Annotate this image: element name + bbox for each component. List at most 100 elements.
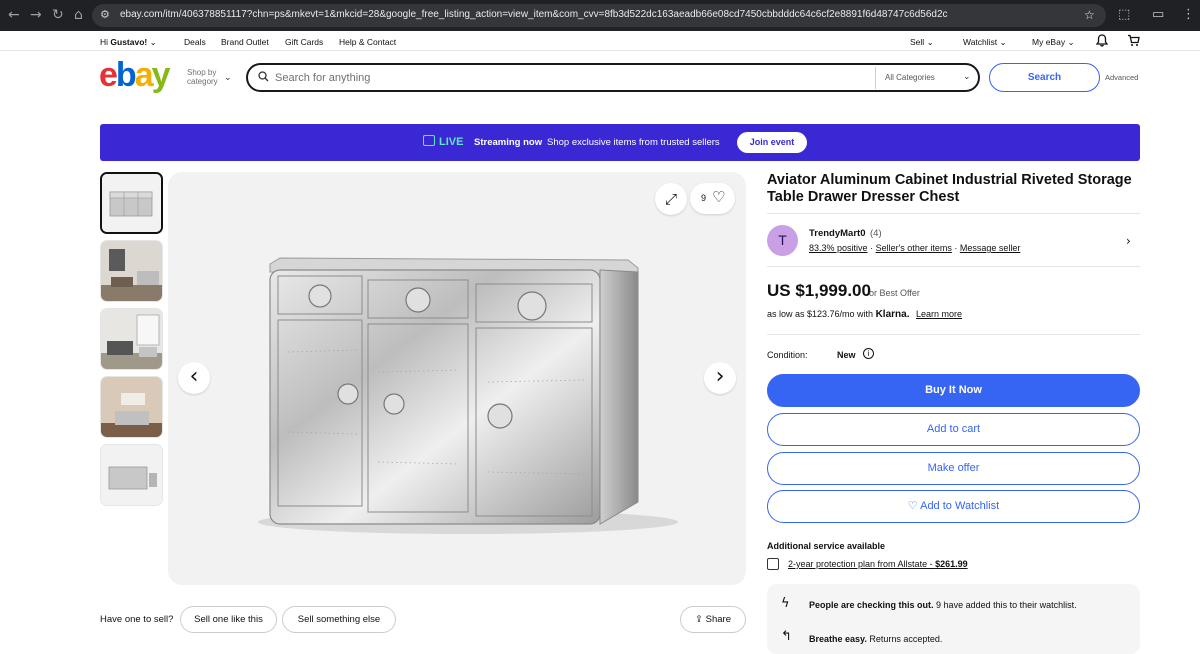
next-image-button[interactable]: › xyxy=(704,362,736,394)
thumbnail-1[interactable] xyxy=(100,172,163,234)
sell-one-like-this-button[interactable]: Sell one like this xyxy=(180,606,277,633)
top-nav: Hi Gustavo! ⌄ Deals Brand Outlet Gift Ca… xyxy=(0,31,1200,51)
nav-sell[interactable]: Sell ⌄ xyxy=(910,37,934,48)
main-product-image[interactable] xyxy=(168,172,746,585)
chevron-down-icon: ⌄ xyxy=(1067,37,1075,47)
separator: · xyxy=(954,243,958,253)
banner-text: Shop exclusive items from trusted seller… xyxy=(547,137,720,148)
seller-links: 83.3% positive · Seller's other items · … xyxy=(809,243,1020,253)
listing-title: Aviator Aluminum Cabinet Industrial Rive… xyxy=(767,172,1132,205)
bell-icon[interactable] xyxy=(1095,34,1109,50)
return-icon: ↰ xyxy=(781,629,792,644)
join-event-button[interactable]: Join event xyxy=(737,132,807,153)
search-bar: Search for anything All Categories ⌄ xyxy=(246,63,980,92)
shop-by-line2: category xyxy=(187,77,218,86)
shop-by-line1: Shop by xyxy=(187,68,217,77)
heart-icon: ♡ xyxy=(712,188,726,206)
prev-image-button[interactable]: ‹ xyxy=(178,362,210,394)
make-offer-button[interactable]: Make offer xyxy=(767,452,1140,485)
additional-service-heading: Additional service available xyxy=(767,541,886,551)
price: US $1,999.00 xyxy=(767,281,871,300)
forward-icon[interactable]: → xyxy=(30,8,42,22)
shop-by-category[interactable]: Shop by category xyxy=(187,68,218,86)
extensions-icon[interactable]: ⬚ xyxy=(1118,7,1130,22)
ebay-logo[interactable]: ebay xyxy=(99,56,171,94)
back-icon[interactable]: ← xyxy=(8,8,20,22)
bookmark-star-icon[interactable]: ☆ xyxy=(1084,8,1095,22)
address-bar[interactable]: ⚙ ebay.com/itm/406378851117?chn=ps&mkevt… xyxy=(92,4,1106,27)
chevron-down-icon: ⌄ xyxy=(149,37,157,47)
nav-help-contact[interactable]: Help & Contact xyxy=(339,37,396,47)
share-label: Share xyxy=(705,614,731,625)
url-text: ebay.com/itm/406378851117?chn=ps&mkevt=1… xyxy=(120,9,948,20)
advanced-search-link[interactable]: Advanced xyxy=(1105,73,1138,82)
add-to-watchlist-button[interactable]: ♡ Add to Watchlist xyxy=(767,490,1140,523)
protection-plan-price: $261.99 xyxy=(935,559,968,569)
condition-value: New xyxy=(837,350,856,360)
search-input[interactable]: Search for anything xyxy=(275,72,370,84)
search-button[interactable]: Search xyxy=(989,63,1100,92)
sell-label: Sell xyxy=(910,37,925,47)
nav-my-ebay[interactable]: My eBay ⌄ xyxy=(1032,37,1075,48)
site-info-icon[interactable]: ⚙ xyxy=(100,8,114,22)
seller-other-items-link[interactable]: Seller's other items xyxy=(876,243,952,253)
nav-brand-outlet[interactable]: Brand Outlet xyxy=(221,37,269,47)
message-seller-link[interactable]: Message seller xyxy=(960,243,1021,253)
protection-plan-link[interactable]: 2-year protection plan from Allstate - $… xyxy=(788,559,968,569)
add-to-cart-button[interactable]: Add to cart xyxy=(767,413,1140,446)
chevron-down-icon[interactable]: ⌄ xyxy=(224,72,232,83)
user-name: Gustavo! xyxy=(110,37,148,47)
protection-plan-text: 2-year protection plan from Allstate - xyxy=(788,559,936,569)
divider xyxy=(767,213,1140,214)
live-banner[interactable]: LIVE Streaming now Shop exclusive items … xyxy=(100,124,1140,161)
watch-button[interactable]: 9 ♡ xyxy=(690,183,735,214)
klarna-text: as low as $123.76/mo with xyxy=(767,309,874,319)
home-icon[interactable]: ⌂ xyxy=(74,8,83,22)
greeting-prefix: Hi xyxy=(100,37,111,47)
checking-signal: People are checking this out. 9 have add… xyxy=(809,600,1077,610)
thumbnail-4[interactable] xyxy=(100,376,163,438)
live-label: LIVE xyxy=(439,136,464,148)
chevron-right-icon[interactable]: › xyxy=(1126,234,1131,248)
chevron-down-icon[interactable]: ⌄ xyxy=(963,71,971,82)
tv-icon xyxy=(423,135,435,146)
logo-e: e xyxy=(99,56,118,94)
thumbnail-2[interactable] xyxy=(100,240,163,302)
buy-it-now-button[interactable]: Buy It Now xyxy=(767,374,1140,407)
sell-something-else-button[interactable]: Sell something else xyxy=(282,606,396,633)
info-icon[interactable]: i xyxy=(863,348,874,359)
seller-name[interactable]: TrendyMart0 xyxy=(809,228,866,239)
search-divider xyxy=(875,67,876,89)
browser-toolbar: ← → ↻ ⌂ ⚙ ebay.com/itm/406378851117?chn=… xyxy=(0,0,1200,31)
or-best-offer: or Best Offer xyxy=(869,288,920,298)
my-ebay-label: My eBay xyxy=(1032,37,1066,47)
thumbnail-3[interactable] xyxy=(100,308,163,370)
learn-more-link[interactable]: Learn more xyxy=(916,309,962,319)
nav-deals[interactable]: Deals xyxy=(184,37,206,47)
expand-icon[interactable]: ⤢ xyxy=(655,183,687,215)
klarna-brand: Klarna. xyxy=(875,309,910,320)
condition-label: Condition: xyxy=(767,350,808,360)
browser-menu-icon[interactable]: ⋮ xyxy=(1182,7,1195,22)
cabinet-image xyxy=(258,257,678,534)
logo-y: y xyxy=(151,56,171,94)
greeting[interactable]: Hi Gustavo! ⌄ xyxy=(100,37,157,48)
thumbnail-5[interactable] xyxy=(100,444,163,506)
cast-icon[interactable]: ▭ xyxy=(1152,7,1164,22)
nav-watchlist[interactable]: Watchlist ⌄ xyxy=(963,37,1007,48)
category-select[interactable]: All Categories xyxy=(885,73,935,82)
share-icon: ⇪ xyxy=(695,614,703,625)
seller-avatar[interactable]: T xyxy=(767,225,798,256)
checking-bold: People are checking this out. xyxy=(809,600,934,610)
watchlist-label: Watchlist xyxy=(963,37,998,47)
reload-icon[interactable]: ↻ xyxy=(52,8,64,22)
chevron-down-icon: ⌄ xyxy=(999,37,1007,47)
share-button[interactable]: ⇪ Share xyxy=(680,606,746,633)
logo-b: b xyxy=(115,56,137,94)
watch-count: 9 xyxy=(701,193,707,203)
cart-icon[interactable] xyxy=(1127,34,1140,49)
have-one-to-sell: Have one to sell? xyxy=(100,614,174,625)
seller-positive-link[interactable]: 83.3% positive xyxy=(809,243,868,253)
nav-gift-cards[interactable]: Gift Cards xyxy=(285,37,323,47)
protection-plan-checkbox[interactable] xyxy=(767,558,779,570)
